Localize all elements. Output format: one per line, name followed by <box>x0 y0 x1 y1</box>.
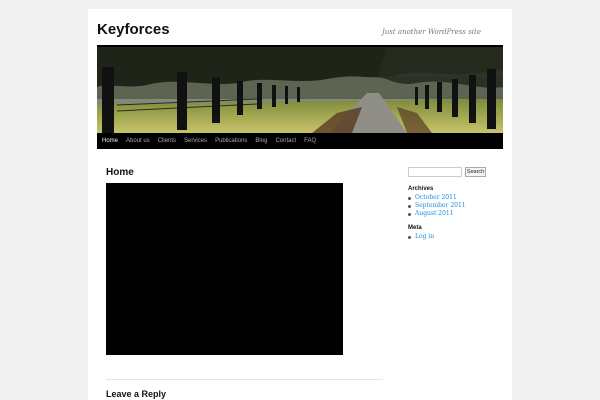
page-title: Home <box>106 167 134 178</box>
archive-link-october-2011[interactable]: October 2011 <box>415 194 457 202</box>
archive-link-september-2011[interactable]: September 2011 <box>415 202 466 210</box>
bullet-icon <box>408 204 411 208</box>
nav-item-home[interactable]: Home <box>102 138 118 144</box>
archives-list: October 2011 September 2011 August 2011 <box>408 194 466 218</box>
list-item: August 2011 <box>408 210 466 218</box>
nav-item-faq[interactable]: FAQ <box>304 138 316 144</box>
nav-item-about-us[interactable]: About us <box>126 138 150 144</box>
log-in-link[interactable]: Log in <box>415 233 434 241</box>
nav-item-services[interactable]: Services <box>184 138 207 144</box>
header-image <box>97 45 503 133</box>
nav-item-contact[interactable]: Contact <box>275 138 296 144</box>
archive-link-august-2011[interactable]: August 2011 <box>415 210 454 218</box>
bullet-icon <box>408 235 411 239</box>
meta-list: Log in <box>408 233 434 241</box>
archives-widget-title: Archives <box>408 186 434 192</box>
site-description: Just another WordPress site <box>381 28 481 36</box>
video-embed[interactable] <box>106 183 343 355</box>
tree-lined-avenue-image <box>97 47 503 133</box>
nav-item-publications[interactable]: Publications <box>215 138 247 144</box>
search-button[interactable]: Search <box>465 167 486 177</box>
meta-widget-title: Meta <box>408 225 422 231</box>
list-item: October 2011 <box>408 194 466 202</box>
nav-item-blog[interactable]: Blog <box>255 138 267 144</box>
list-item: Log in <box>408 233 434 241</box>
search-input[interactable] <box>408 167 462 177</box>
site-title[interactable]: Keyforces <box>97 21 170 38</box>
nav-item-clients[interactable]: Clients <box>158 138 176 144</box>
bullet-icon <box>408 196 411 200</box>
bullet-icon <box>408 212 411 216</box>
page-container: Keyforces Just another WordPress site Ho… <box>88 9 512 400</box>
reply-title: Leave a Reply <box>106 389 167 399</box>
divider <box>106 379 383 380</box>
list-item: September 2011 <box>408 202 466 210</box>
main-navigation: Home About us Clients Services Publicati… <box>97 133 503 149</box>
